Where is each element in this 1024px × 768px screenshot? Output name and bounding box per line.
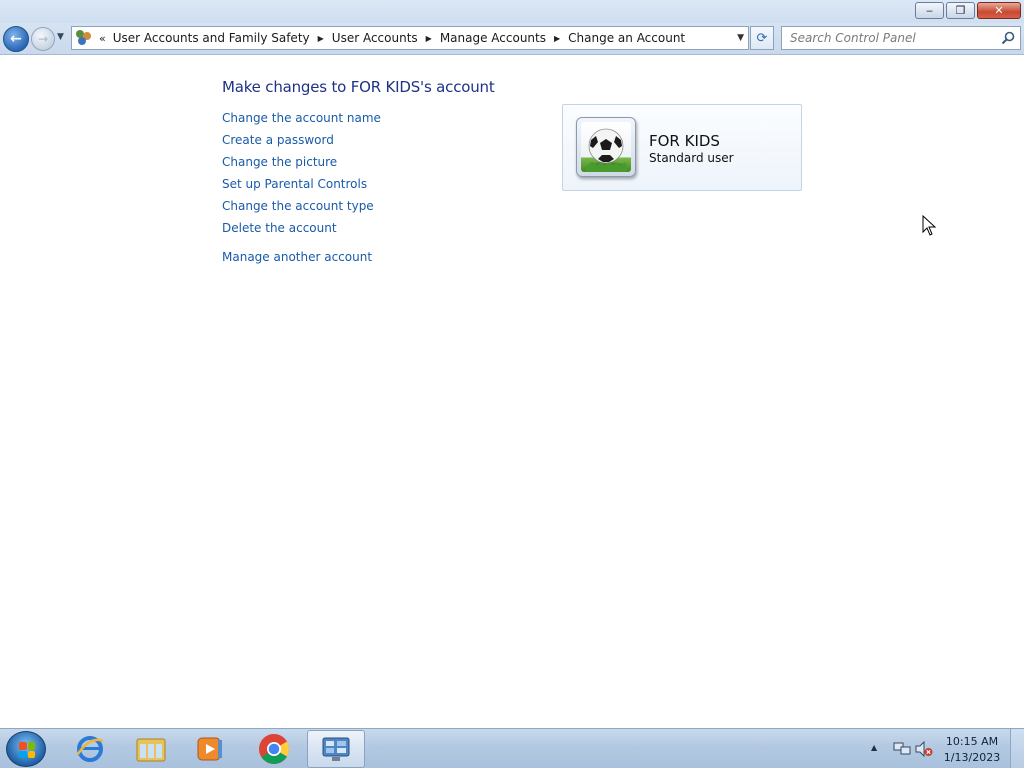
clock-time: 10:15 AM xyxy=(945,735,999,748)
volume-muted-icon[interactable] xyxy=(915,741,933,757)
taskbar-chrome[interactable] xyxy=(245,730,303,768)
task-list: Change the account name Create a passwor… xyxy=(222,110,381,271)
control-panel-icon xyxy=(322,737,350,761)
recent-pages-button[interactable]: ▼ xyxy=(57,32,64,42)
show-desktop-button[interactable] xyxy=(1010,729,1024,768)
taskbar: ▲ 10:15 AM 1/13/2023 xyxy=(0,728,1024,768)
title-bar: ‒ ❐ ✕ xyxy=(0,0,1024,23)
change-picture-link[interactable]: Change the picture xyxy=(222,154,381,176)
address-bar[interactable]: « User Accounts and Family Safety ▶ User… xyxy=(71,26,749,50)
search-placeholder: Search Control Panel xyxy=(790,31,916,45)
parental-controls-link[interactable]: Set up Parental Controls xyxy=(222,176,381,198)
clock-date: 1/13/2023 xyxy=(943,751,1001,764)
back-button[interactable]: ← xyxy=(3,26,29,52)
account-name: FOR KIDS xyxy=(649,132,720,150)
minimize-icon: ‒ xyxy=(926,4,933,17)
breadcrumb-user-accounts-family-safety[interactable]: User Accounts and Family Safety xyxy=(113,31,310,45)
user-accounts-icon xyxy=(75,30,93,46)
breadcrumb-separator-icon[interactable]: ▶ xyxy=(426,34,432,43)
delete-account-link[interactable]: Delete the account xyxy=(222,220,381,242)
taskbar-control-panel[interactable] xyxy=(307,730,365,768)
system-clock[interactable]: 10:15 AM 1/13/2023 xyxy=(940,734,1004,766)
taskbar-internet-explorer[interactable] xyxy=(61,730,119,768)
media-player-icon xyxy=(197,737,222,761)
manage-another-account-link[interactable]: Manage another account xyxy=(222,249,381,271)
content-pane: Make changes to FOR KIDS's account Chang… xyxy=(0,56,1024,728)
minimize-button[interactable]: ‒ xyxy=(915,2,944,19)
mouse-cursor-icon xyxy=(922,215,936,236)
soccer-ball-icon xyxy=(585,128,627,172)
breadcrumb-manage-accounts[interactable]: Manage Accounts xyxy=(440,31,546,45)
forward-arrow-icon: → xyxy=(37,32,49,46)
close-icon: ✕ xyxy=(994,4,1004,17)
chrome-icon xyxy=(259,734,290,764)
account-type: Standard user xyxy=(649,151,734,165)
windows-logo-icon xyxy=(19,742,35,758)
refresh-icon: ⟳ xyxy=(756,30,768,46)
windows-explorer-icon xyxy=(136,738,166,762)
close-button[interactable]: ✕ xyxy=(977,2,1021,19)
breadcrumb-overflow-button[interactable]: « xyxy=(99,32,106,45)
network-icon[interactable] xyxy=(893,741,911,757)
account-picture xyxy=(576,117,636,177)
taskbar-windows-explorer[interactable] xyxy=(122,730,180,768)
forward-button[interactable]: → xyxy=(31,27,55,51)
start-button[interactable] xyxy=(6,731,46,767)
breadcrumb-user-accounts[interactable]: User Accounts xyxy=(332,31,418,45)
search-icon[interactable] xyxy=(1001,31,1015,45)
address-dropdown-icon[interactable]: ▼ xyxy=(737,33,744,43)
navigation-bar: ← → ▼ « User Accounts and Family Safety … xyxy=(0,23,1024,55)
breadcrumb-separator-icon[interactable]: ▶ xyxy=(318,34,324,43)
back-arrow-icon: ← xyxy=(10,31,22,47)
account-tile: FOR KIDS Standard user xyxy=(562,104,802,191)
taskbar-media-player[interactable] xyxy=(181,730,239,768)
internet-explorer-icon xyxy=(76,736,104,762)
search-input[interactable]: Search Control Panel xyxy=(781,26,1021,50)
breadcrumb-separator-icon[interactable]: ▶ xyxy=(554,34,560,43)
window-controls: ‒ ❐ ✕ xyxy=(913,2,1021,19)
refresh-button[interactable]: ⟳ xyxy=(750,26,774,50)
show-hidden-icons-button[interactable]: ▲ xyxy=(871,743,877,752)
breadcrumb-change-an-account[interactable]: Change an Account xyxy=(568,31,685,45)
chevron-down-icon: ▼ xyxy=(57,32,64,42)
change-account-name-link[interactable]: Change the account name xyxy=(222,110,381,132)
create-password-link[interactable]: Create a password xyxy=(222,132,381,154)
restore-icon: ❐ xyxy=(955,4,966,17)
maximize-button[interactable]: ❐ xyxy=(946,2,975,19)
change-account-type-link[interactable]: Change the account type xyxy=(222,198,381,220)
page-title: Make changes to FOR KIDS's account xyxy=(222,78,495,96)
